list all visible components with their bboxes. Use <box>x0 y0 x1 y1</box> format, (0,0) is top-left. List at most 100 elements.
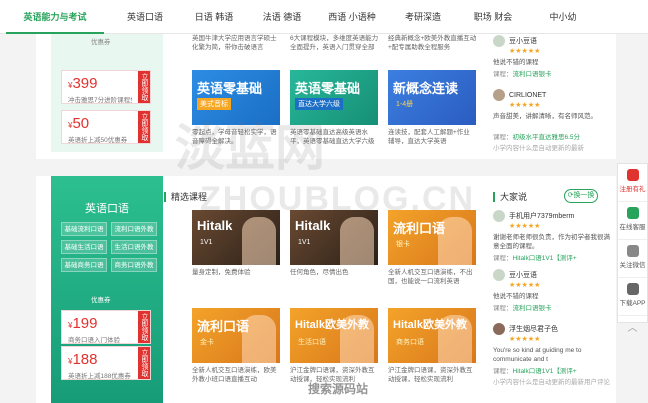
review-item: CIRLIONET ★★★★★ 声音甜美，讲解清晰，有名师风范。 课程：初级水平… <box>493 88 611 152</box>
course-title: Hitalk <box>197 218 233 233</box>
review-course-label: 课程： <box>493 134 513 141</box>
course-thumbnail[interactable]: Hitalk 1V1 <box>290 210 378 265</box>
review-item: 豆小豆语 ★★★★★ 他说不错的课程 课程：流利口语银卡 <box>493 34 611 78</box>
course-thumbnail[interactable]: 英语零基础 美式音标 <box>192 70 280 125</box>
course-card-hitalk-daily[interactable]: Hitalk欧美外教 生活口语 沪江金牌口语课，资深外教互动授课，轻松实现流利 <box>290 308 378 384</box>
tag-business-foreign-teacher[interactable]: 商务口语外教 <box>111 258 157 272</box>
coupon-desc: 冲击雅思7分进阶课程免费 <box>68 97 132 104</box>
course-card-english-zero-phonetics[interactable]: 英语零基础 美式音标 零起点，学母音轻松实学，语音障碍全解决。 <box>192 70 280 146</box>
course-card-hitalk-2[interactable]: Hitalk 1V1 任何角色，尽情出色 <box>290 210 378 286</box>
course-card-english-zero-cet6[interactable]: 英语零基础 直达大学六级 英语零基础直达高级英语水平，英语零基础直达大学六级 <box>290 70 378 146</box>
coupon-399[interactable]: ¥399 冲击雅思7分进阶课程免费 立即领取 <box>61 70 151 104</box>
review-footer: 小学内容什么是自动更新的最新 <box>493 145 584 152</box>
wechat-icon <box>626 245 639 257</box>
review-course-link[interactable]: 初级水平直达雅思6.5分 <box>513 134 581 141</box>
exam-section: 优惠券 ¥399 冲击雅思7分进阶课程免费 立即领取 ¥50 英语折上减50优惠… <box>36 34 616 159</box>
course-card-fluent-gold[interactable]: 流利口语 金卡 全新人机交互口语演练，欧美外教小班口语直播互动 <box>192 308 280 384</box>
course-title: Hitalk欧美外教 <box>295 319 369 331</box>
coupon-price: 50 <box>72 115 90 132</box>
review-course-link[interactable]: Hitalk口语1V1【测评+ <box>513 368 577 375</box>
coupon-price: 188 <box>72 351 98 368</box>
nav-item-k12[interactable]: 中小幼 <box>528 0 598 34</box>
review-item: 浮生烟尽君子色 ★★★★★ You're so kind at guiding … <box>493 322 611 386</box>
tag-basic-daily[interactable]: 基础生活口语 <box>61 240 107 254</box>
avatar <box>493 35 505 47</box>
review-course-label: 课程： <box>493 255 513 262</box>
course-card-hitalk-1[interactable]: Hitalk 1V1 量身定制，免费体验 <box>192 210 280 286</box>
review-user: CIRLIONET <box>509 91 547 99</box>
category-tags: 基础流利口语 流利口语外教 基础生活口语 生活口语外教 基础商务口语 商务口语外… <box>61 222 157 272</box>
tag-basic-fluent[interactable]: 基础流利口语 <box>61 222 107 236</box>
claim-coupon-button[interactable]: 立即领取 <box>138 111 150 143</box>
course-desc: 沪江金牌口语课，资深外教互动授课，轻松实现流利 <box>290 367 375 383</box>
nav-item-english-exam[interactable]: 英语能力与考试 <box>0 0 110 34</box>
panel-title: 英语口语 <box>85 203 129 215</box>
course-subtitle: 美式音标 <box>197 98 231 110</box>
course-subtitle: 商务口语 <box>396 339 424 346</box>
nav-item-spoken-english[interactable]: 英语口语 <box>110 0 180 34</box>
course-thumbnail[interactable]: 新概念连读 1-4册 <box>388 70 476 125</box>
course-desc: 量身定制，免费体验 <box>192 269 251 276</box>
online-support-button[interactable]: 在线客服 <box>618 202 647 240</box>
review-text: 声音甜美，讲解清晰，有名师风范。 <box>493 113 597 120</box>
nav-item-postgraduate[interactable]: 考研深造 <box>388 0 458 34</box>
exam-coupon-panel: 优惠券 ¥399 冲击雅思7分进阶课程免费 立即领取 ¥50 英语折上减50优惠… <box>51 34 163 152</box>
coupon-199[interactable]: ¥199 商务口语入门体验 立即领取 <box>61 310 151 344</box>
coupon-188[interactable]: ¥188 英语折上减188优惠券 立即领取 <box>61 346 151 380</box>
review-course-link[interactable]: 流利口语银卡 <box>513 71 552 78</box>
avatar <box>493 89 505 101</box>
course-thumbnail[interactable]: 流利口语 金卡 <box>192 308 280 363</box>
register-gift-button[interactable]: 注册有礼 <box>618 164 647 202</box>
coupon-price: 199 <box>72 315 98 332</box>
refresh-reviews-button[interactable]: ⟳换一换 <box>564 189 598 203</box>
course-desc: 沪江金牌口语课，资深外教互动授课，轻松实现流利 <box>388 367 473 383</box>
course-title: Hitalk <box>295 218 331 233</box>
tag-daily-foreign-teacher[interactable]: 生活口语外教 <box>111 240 157 254</box>
follow-wechat-button[interactable]: 关注微信 <box>618 240 647 278</box>
claim-coupon-button[interactable]: 立即领取 <box>138 311 150 343</box>
course-card-hitalk-business[interactable]: Hitalk欧美外教 商务口语 沪江金牌口语课，资深外教互动授课，轻松实现流利 <box>388 308 476 384</box>
claim-coupon-button[interactable]: 立即领取 <box>138 347 150 379</box>
course-thumbnail[interactable]: Hitalk欧美外教 生活口语 <box>290 308 378 363</box>
course-thumbnail[interactable]: 英语零基础 直达大学六级 <box>290 70 378 125</box>
review-course-link[interactable]: Hitalk口语1V1【测评+ <box>513 255 577 262</box>
review-text: 他说不错的课程 <box>493 293 539 300</box>
rating-stars: ★★★★★ <box>509 282 541 289</box>
coupon-desc: 英语折上减188优惠券 <box>68 373 131 380</box>
avatar <box>493 269 505 281</box>
download-app-button[interactable]: 下载APP <box>618 278 647 316</box>
course-subtitle: 生活口语 <box>298 339 326 346</box>
course-title: 流利口语 <box>197 319 250 334</box>
course-desc-top: 6大课程模块，多维度英语能力全面提升，英语入门贯穿全部 <box>290 35 379 51</box>
rating-stars: ★★★★★ <box>509 48 541 55</box>
course-thumbnail[interactable]: Hitalk 1V1 <box>192 210 280 265</box>
course-subtitle: 金卡 <box>200 339 214 346</box>
reviews-heading: 大家说 <box>493 192 527 202</box>
review-course-link[interactable]: 流利口语银卡 <box>513 305 552 312</box>
course-subtitle: 1V1 <box>200 239 213 246</box>
coupon-desc: 英语折上减50优惠券 <box>68 137 128 144</box>
course-thumbnail[interactable]: Hitalk欧美外教 商务口语 <box>388 308 476 363</box>
nav-item-workplace-accounting[interactable]: 职场 财会 <box>458 0 528 34</box>
course-card-fluent-silver[interactable]: 流利口语 银卡 全新人机交互口语演练，不出国，也能说一口流利英语 <box>388 210 476 286</box>
nav-item-japanese-korean[interactable]: 日语 韩语 <box>180 0 248 34</box>
avatar <box>493 210 505 222</box>
coupon-50[interactable]: ¥50 英语折上减50优惠券 立即领取 <box>61 110 151 144</box>
review-item: 豆小豆语 ★★★★★ 他说不错的课程 课程：流利口语银卡 <box>493 268 611 312</box>
rating-stars: ★★★★★ <box>509 336 541 343</box>
teacher-photo <box>340 217 374 265</box>
teacher-photo <box>242 217 276 265</box>
avatar <box>493 323 505 335</box>
review-footer: 小学内容什么是自动更新的最新用户评论 <box>493 379 610 386</box>
tag-fluent-foreign-teacher[interactable]: 流利口语外教 <box>111 222 157 236</box>
tag-basic-business[interactable]: 基础商务口语 <box>61 258 107 272</box>
back-to-top-button[interactable]: ︿ <box>618 316 647 344</box>
nav-item-french-german[interactable]: 法语 德语 <box>248 0 316 34</box>
review-user: 豆小豆语 <box>509 38 537 45</box>
chat-icon <box>626 207 639 219</box>
course-thumbnail[interactable]: 流利口语 银卡 <box>388 210 476 265</box>
nav-item-spanish-minor[interactable]: 西语 小语种 <box>316 0 388 34</box>
course-card-new-concept[interactable]: 新概念连读 1-4册 连读技，配套人工解题+作业辅导，直达大学英语 <box>388 70 476 146</box>
spoken-english-panel: 英语口语 基础流利口语 流利口语外教 基础生活口语 生活口语外教 基础商务口语 … <box>51 176 163 403</box>
claim-coupon-button[interactable]: 立即领取 <box>138 71 150 103</box>
